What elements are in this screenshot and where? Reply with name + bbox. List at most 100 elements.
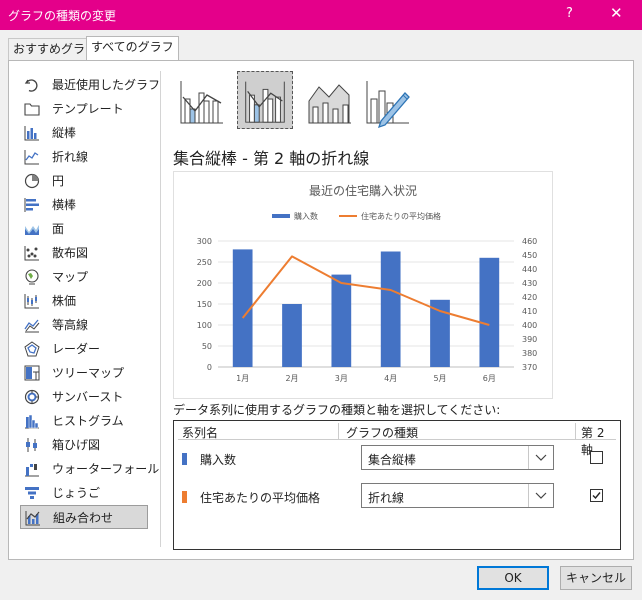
sidebar-item-treemap[interactable]: ツリーマップ — [20, 361, 148, 385]
combo-chart-icon — [25, 511, 40, 526]
sunburst-chart-icon — [24, 389, 40, 405]
y-tick-label: 200 — [197, 279, 212, 288]
radar-chart-icon — [24, 341, 40, 357]
y-axis-ticks: 300 250 200 150 100 50 0 — [197, 237, 212, 372]
chart-preview: 最近の住宅購入状況 購入数 住宅あたりの平均価格 300 250 200 150 100… — [173, 171, 553, 399]
sidebar-item-label: 折れ線 — [52, 150, 89, 164]
chart-type-select[interactable]: 集合縦棒 — [361, 445, 554, 470]
sidebar-item-label: マップ — [52, 270, 89, 284]
chart-type-value: 折れ線 — [368, 491, 405, 505]
sidebar-item-area[interactable]: 面 — [20, 217, 148, 241]
table-row: 住宅あたりの平均価格 折れ線 — [174, 483, 620, 511]
sidebar-item-boxwhisker[interactable]: 箱ひげ図 — [20, 433, 148, 457]
y2-tick-label: 400 — [522, 321, 537, 330]
stock-chart-icon — [24, 294, 39, 309]
bar — [430, 299, 450, 367]
x-tick-label: 3月 — [335, 374, 348, 383]
x-tick-label: 4月 — [384, 374, 397, 383]
chart-legend: 購入数 住宅あたりの平均価格 — [272, 211, 441, 221]
y-tick-label: 300 — [197, 237, 212, 246]
sidebar-item-label: ウォーターフォール — [52, 462, 160, 476]
header-underline — [178, 439, 616, 440]
dropdown-button[interactable] — [528, 446, 553, 469]
y2-tick-label: 410 — [522, 307, 537, 316]
recent-icon — [24, 79, 38, 92]
dropdown-button[interactable] — [528, 484, 553, 507]
y2-tick-label: 420 — [522, 293, 537, 302]
sidebar-item-label: サンバースト — [52, 390, 124, 404]
sidebar-item-radar[interactable]: レーダー — [20, 337, 148, 361]
subtype-stacked-area-clustered-column[interactable] — [301, 71, 357, 129]
sidebar-item-scatter[interactable]: 散布図 — [20, 241, 148, 265]
series-line — [241, 255, 490, 326]
sidebar-item-recent[interactable]: 最近使用したグラフ — [20, 73, 160, 97]
sidebar-item-stock[interactable]: 株価 — [20, 289, 148, 313]
subtype-title: 集合縦棒 - 第 2 軸の折れ線 — [173, 149, 370, 168]
line-series — [241, 255, 490, 326]
chart-title: 最近の住宅購入状況 — [309, 183, 417, 198]
bar-chart-icon — [24, 198, 39, 212]
ok-button[interactable]: OK — [477, 566, 549, 590]
sidebar-item-label: 横棒 — [52, 198, 77, 212]
bar — [331, 274, 352, 367]
series-prompt: データ系列に使用するグラフの種類と軸を選択してください: — [173, 403, 501, 417]
legend-label-line: 住宅あたりの平均価格 — [361, 211, 441, 221]
legend-label-bars: 購入数 — [294, 211, 318, 221]
table-row: 購入数 集合縦棒 — [174, 445, 620, 473]
chart-type-value: 集合縦棒 — [368, 453, 417, 467]
sidebar-item-funnel[interactable]: じょうご — [20, 481, 148, 505]
sidebar-item-label: 最近使用したグラフ — [52, 78, 161, 92]
sidebar-item-line[interactable]: 折れ線 — [20, 145, 148, 169]
y-tick-label: 150 — [197, 300, 212, 309]
bar-series — [232, 249, 500, 367]
tab-all-charts[interactable]: すべてのグラフ — [86, 36, 179, 60]
subtype-clustered-column-line-secondary-axis[interactable] — [237, 71, 293, 129]
sidebar-item-template[interactable]: テンプレート — [20, 97, 148, 121]
help-button[interactable]: ? — [566, 6, 573, 21]
chart-category-list: 最近使用したグラフ テンプレート 縦棒 折れ線 円 横棒 面 散布図 マップ 株… — [20, 73, 160, 529]
sidebar-item-label: テンプレート — [52, 102, 124, 116]
y2-tick-label: 380 — [522, 349, 537, 358]
window-title: グラフの種類の変更 — [8, 9, 117, 23]
header-divider — [338, 423, 339, 439]
sidebar-item-map[interactable]: マップ — [20, 265, 148, 289]
close-button[interactable]: ✕ — [610, 4, 623, 22]
series-color-swatch — [182, 453, 187, 465]
secondary-axis-checkbox[interactable] — [590, 451, 603, 464]
surface-chart-icon — [24, 319, 40, 333]
sidebar-item-histogram[interactable]: ヒストグラム — [20, 409, 148, 433]
bar — [479, 257, 500, 367]
y-tick-label: 50 — [202, 342, 212, 351]
boxwhisker-chart-icon — [26, 438, 37, 452]
sidebar-item-surface[interactable]: 等高線 — [20, 313, 148, 337]
chart-type-select[interactable]: 折れ線 — [361, 483, 554, 508]
y2-tick-label: 450 — [522, 251, 537, 260]
sidebar-item-column[interactable]: 縦棒 — [20, 121, 148, 145]
cancel-button[interactable]: キャンセル — [560, 566, 632, 590]
sidebar-item-sunburst[interactable]: サンバースト — [20, 385, 148, 409]
x-tick-label: 6月 — [483, 374, 496, 383]
treemap-chart-icon — [24, 365, 40, 381]
sidebar-item-pie[interactable]: 円 — [20, 169, 148, 193]
sidebar-item-bar[interactable]: 横棒 — [20, 193, 148, 217]
sidebar-item-combo[interactable]: 組み合わせ — [20, 505, 148, 529]
sidebar-item-label: じょうご — [52, 486, 101, 500]
sidebar-item-waterfall[interactable]: ウォーターフォール — [20, 457, 159, 481]
chevron-down-icon — [535, 492, 547, 499]
sidebar-item-label: 縦棒 — [52, 126, 77, 140]
chart-type-panel: 最近使用したグラフ テンプレート 縦棒 折れ線 円 横棒 面 散布図 マップ 株… — [8, 60, 634, 560]
subtype-clustered-column-line[interactable] — [173, 71, 229, 129]
subtype-custom-combination[interactable] — [359, 71, 415, 129]
legend-swatch-bars — [272, 214, 290, 218]
funnel-chart-icon — [25, 487, 39, 499]
x-tick-label: 5月 — [433, 374, 446, 383]
series-table: 系列名 グラフの種類 第 2 軸 購入数 集合縦棒 住宅あたりの平均価格 折れ線 — [173, 420, 621, 550]
secondary-axis-checkbox[interactable] — [590, 489, 603, 502]
combo-chart: 最近の住宅購入状況 購入数 住宅あたりの平均価格 300 250 200 150 100… — [197, 183, 538, 383]
y2-tick-label: 390 — [522, 335, 537, 344]
y-tick-label: 250 — [197, 258, 212, 267]
series-name: 購入数 — [200, 453, 237, 467]
waterfall-chart-icon — [25, 464, 39, 477]
sidebar-item-label: 散布図 — [52, 246, 89, 260]
pie-chart-icon — [24, 173, 40, 189]
